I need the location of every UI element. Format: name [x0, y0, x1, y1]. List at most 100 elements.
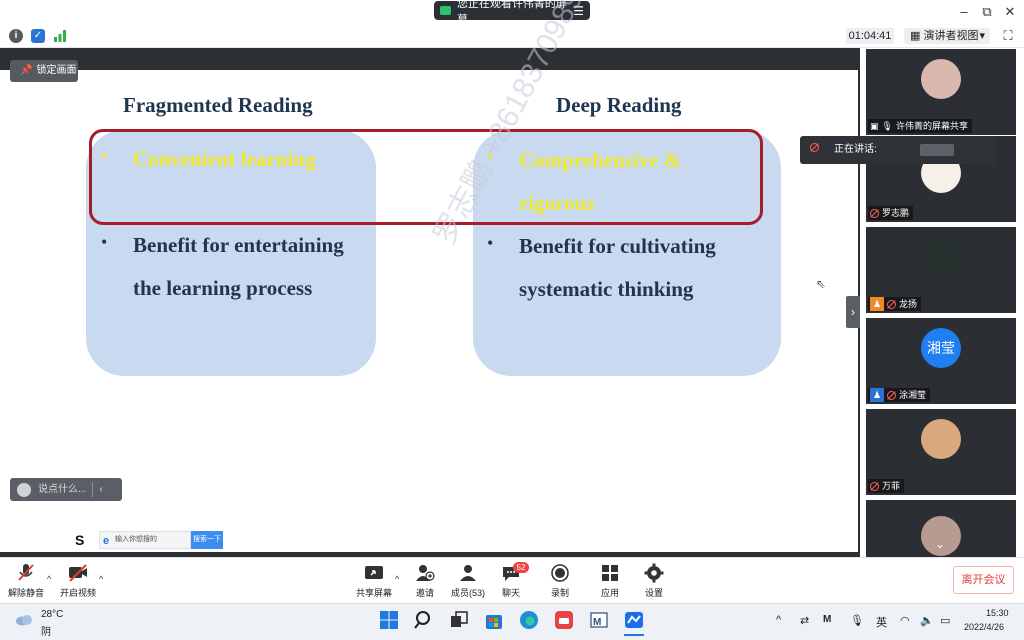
participant-name-tag: ♟ 龙扬 [868, 297, 922, 311]
mic-muted-icon [887, 390, 896, 400]
mic-muted-icon [15, 563, 37, 583]
restore-button[interactable]: ⧉ [979, 4, 995, 20]
weather-temperature: 28°C [41, 609, 64, 620]
caret-up-icon[interactable]: ^ [47, 574, 51, 584]
record-label: 录制 [550, 588, 569, 598]
leave-meeting-button[interactable]: 离开会议 [953, 566, 1014, 594]
deep-reading-title: Deep Reading [556, 93, 682, 117]
mic-muted-icon [870, 481, 879, 491]
store-icon[interactable] [483, 609, 505, 631]
fullscreen-icon[interactable]: ⛶ [1000, 28, 1016, 44]
minimize-button[interactable]: – [956, 4, 972, 20]
settings-button[interactable]: 设置 [640, 563, 668, 599]
speaking-indicator: 正在讲话: [800, 136, 996, 164]
tencent-meeting-icon[interactable] [623, 609, 645, 631]
participant-name: 龙扬 [899, 299, 918, 309]
participant-tile[interactable]: ▣ 🎙 许伟菁的屏幕共享 [866, 49, 1016, 135]
tray-settings-icon[interactable]: ⇄ [800, 614, 809, 627]
view-label: 演讲者视图 [923, 30, 979, 42]
video-off-icon [67, 563, 89, 583]
chevron-left-icon[interactable]: ‹ [99, 478, 102, 501]
participant-name-tag: ▣ 🎙 许伟菁的屏幕共享 [868, 119, 972, 133]
search-placeholder: 输入你想搜的 [115, 536, 157, 543]
clock-time[interactable]: 15:30 [986, 608, 1009, 618]
battery-icon[interactable]: ▭ [940, 614, 950, 627]
members-button[interactable]: 成员(53) [450, 563, 486, 599]
participant-tile[interactable]: 湘莹 ♟ 涂湘莹 [866, 318, 1016, 404]
ie-icon: e [103, 535, 110, 547]
avatar [921, 237, 961, 277]
lock-screen-button[interactable]: 📌 锁定画面 [10, 60, 78, 82]
volume-icon[interactable]: 🔈 [920, 614, 934, 627]
tray-caret-icon[interactable]: ^ [776, 614, 781, 626]
participant-name-tag: 万菲 [868, 479, 905, 493]
annotation-highlight-box [89, 129, 763, 225]
start-video-button[interactable]: 开启视频 [58, 563, 98, 599]
search-button[interactable]: 搜索一下 [191, 531, 223, 549]
members-icon [457, 563, 479, 583]
unmute-button[interactable]: 解除静音 [6, 563, 46, 599]
participant-name: 万菲 [882, 481, 901, 491]
participant-tile[interactable]: ♟ 龙扬 [866, 227, 1016, 313]
web-search-input[interactable]: e 输入你想搜的 [99, 531, 191, 549]
mic-muted-icon [870, 208, 879, 218]
chat-quick-input[interactable]: 说点什么... ‹ [10, 478, 122, 501]
apps-button[interactable]: 应用 [596, 563, 624, 599]
chat-unread-badge: 52 [513, 562, 529, 573]
left-bullet-2-line1: Benefit for entertaining [133, 233, 344, 257]
view-icon: ▦ [910, 30, 924, 42]
weather-description: 阴 [41, 627, 51, 638]
participant-tile[interactable]: 万菲 [866, 409, 1016, 495]
shield-icon[interactable]: ✓ [31, 29, 45, 43]
screen-share-icon [440, 6, 451, 15]
mic-muted-icon [887, 299, 896, 309]
caret-up-icon[interactable]: ^ [99, 574, 103, 584]
blurred-name [920, 144, 954, 156]
collapse-panel-button[interactable]: › [846, 296, 860, 328]
close-button[interactable]: ✕ [1002, 4, 1018, 20]
speaker-view-dropdown[interactable]: ▦ 演讲者视图 ▾ [904, 28, 990, 44]
meeting-app-icon[interactable]: M [588, 609, 610, 631]
fragmented-reading-title: Fragmented Reading [123, 93, 313, 117]
edge-browser-icon[interactable] [518, 609, 540, 631]
divider [92, 482, 94, 497]
record-icon [549, 563, 571, 583]
participant-name: 许伟菁的屏幕共享 [895, 121, 968, 131]
share-screen-icon [363, 563, 385, 583]
settings-label: 设置 [644, 588, 663, 598]
ime-indicator[interactable]: 英 [876, 614, 887, 630]
huawei-app-icon[interactable] [553, 609, 575, 631]
cohost-icon: ♟ [870, 388, 884, 402]
tray-meeting-icon[interactable]: M [823, 614, 831, 625]
windows-start-icon[interactable] [378, 609, 400, 631]
task-view-icon[interactable] [448, 609, 470, 631]
clock-date[interactable]: 2022/4/26 [964, 622, 1004, 632]
cloud-icon[interactable] [14, 611, 34, 627]
info-icon[interactable]: i [9, 29, 23, 43]
share-screen-button[interactable]: 共享屏幕 [354, 563, 394, 599]
tray-mic-icon[interactable]: 🎙 [850, 614, 864, 627]
bullet-dot: • [487, 233, 494, 253]
active-app-indicator [624, 634, 644, 636]
lock-label: 锁定画面 [36, 65, 77, 76]
caret-up-icon[interactable]: ^ [395, 574, 399, 584]
signal-icon[interactable] [53, 30, 67, 42]
search-icon[interactable] [413, 609, 435, 631]
mic-muted-icon [810, 136, 819, 164]
left-bullet-2-line2: the learning process [133, 276, 313, 300]
windows-taskbar [0, 603, 1024, 640]
meeting-timer: 01:04:41 [846, 28, 894, 44]
emoji-icon[interactable] [17, 482, 31, 497]
browser-logo-icon[interactable]: S [75, 532, 91, 548]
participant-name: 涂湘莹 [899, 390, 927, 400]
scroll-down-icon[interactable]: ⌄ [928, 536, 952, 552]
invite-button[interactable]: 邀请 [410, 563, 440, 599]
record-button[interactable]: 录制 [546, 563, 574, 599]
participant-name-tag: 罗志鹏 [868, 206, 914, 220]
participant-name-tag: ♟ 涂湘莹 [868, 388, 931, 402]
host-icon: ♟ [870, 297, 884, 311]
screen-share-icon: ▣ [870, 121, 879, 131]
wifi-icon[interactable]: ◠ [900, 614, 910, 627]
avatar [921, 59, 961, 99]
shared-screen-top-border [0, 48, 860, 70]
